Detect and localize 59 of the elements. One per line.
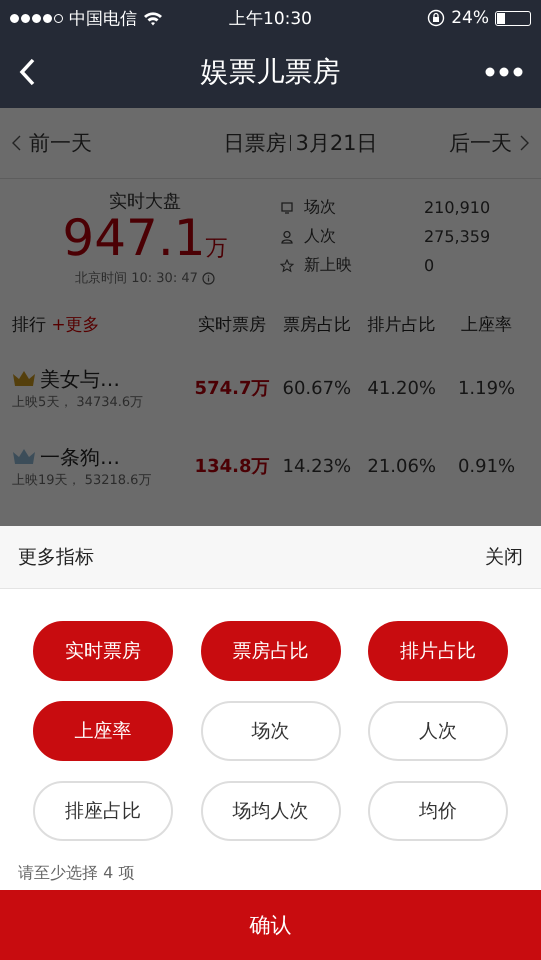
table-cell-text: 14.23%	[282, 456, 352, 476]
table-cell-text: 0.91%	[456, 456, 516, 476]
table-cell-text: 134.8万	[194, 455, 270, 478]
column-header: 实时票房	[197, 314, 268, 336]
metric-option[interactable]: 场均人次	[200, 781, 340, 841]
mode-label[interactable]: 日票房	[223, 129, 286, 157]
star-icon	[280, 258, 294, 272]
wifi-icon	[143, 10, 163, 26]
metric-option[interactable]: 上座率	[33, 701, 173, 761]
stat-label: 新上映	[304, 255, 353, 276]
total-box-office: 947.1 万	[62, 213, 228, 263]
battery-percent: 24%	[451, 8, 489, 28]
movie-details: 上映19天， 53218.6万	[12, 472, 152, 488]
metric-option[interactable]: 人次	[368, 701, 508, 761]
previous-day-button[interactable]: 前一天	[12, 129, 92, 157]
metric-option[interactable]: 均价	[368, 781, 508, 841]
stat-value: 0	[424, 256, 434, 275]
column-header: 票房占比	[282, 314, 352, 336]
metric-option[interactable]: 实时票房	[33, 621, 173, 681]
chevron-right-icon	[520, 135, 529, 151]
more-icon[interactable]	[485, 67, 523, 77]
table-cell-text: 41.20%	[366, 378, 438, 398]
signal-icon	[10, 14, 63, 22]
carrier-text: 中国电信	[69, 8, 137, 30]
date-label[interactable]: 3月21日	[295, 129, 378, 157]
sheet-title: 更多指标	[18, 545, 94, 570]
column-header: 上座率	[460, 314, 514, 336]
battery-icon	[495, 10, 531, 26]
screen-icon	[280, 200, 294, 214]
back-icon[interactable]	[18, 57, 36, 87]
close-button[interactable]: 关闭	[485, 544, 523, 570]
confirm-button[interactable]: 确认	[0, 890, 541, 960]
table-cell-text: 574.7万	[194, 377, 270, 400]
movie-details: 上映5天， 34734.6万	[12, 394, 144, 410]
metric-option[interactable]: 排座占比	[33, 781, 173, 841]
movie-title: 一条狗…	[40, 444, 120, 470]
clock-text: 上午10:30	[229, 8, 312, 30]
person-icon	[280, 230, 294, 244]
table-cell-text: 21.06%	[366, 456, 438, 476]
next-day-button[interactable]: 后一天	[449, 129, 529, 157]
table-cell-text: 1.19%	[456, 378, 516, 398]
hint-text: 请至少选择 4 项	[17, 863, 136, 884]
ranking-title: 排行	[12, 314, 46, 334]
stat-label: 场次	[304, 197, 337, 218]
summary-label: 实时大盘	[109, 190, 181, 213]
update-time: 北京时间 10: 30: 47	[75, 270, 198, 287]
info-icon[interactable]	[202, 272, 215, 284]
metric-option[interactable]: 场次	[200, 701, 340, 761]
page-title: 娱票儿票房	[200, 54, 340, 90]
metric-option[interactable]: 票房占比	[200, 621, 340, 681]
rotation-lock-icon	[427, 9, 446, 27]
column-header: 排片占比	[366, 314, 437, 336]
movie-title: 美女与…	[40, 366, 120, 392]
stat-label: 人次	[304, 226, 337, 247]
stat-value: 210,910	[424, 198, 490, 217]
table-cell-text: 60.67%	[282, 378, 352, 398]
chevron-left-icon	[12, 135, 21, 151]
metric-option[interactable]: 排片占比	[368, 621, 508, 681]
stat-value: 275,359	[424, 227, 490, 246]
